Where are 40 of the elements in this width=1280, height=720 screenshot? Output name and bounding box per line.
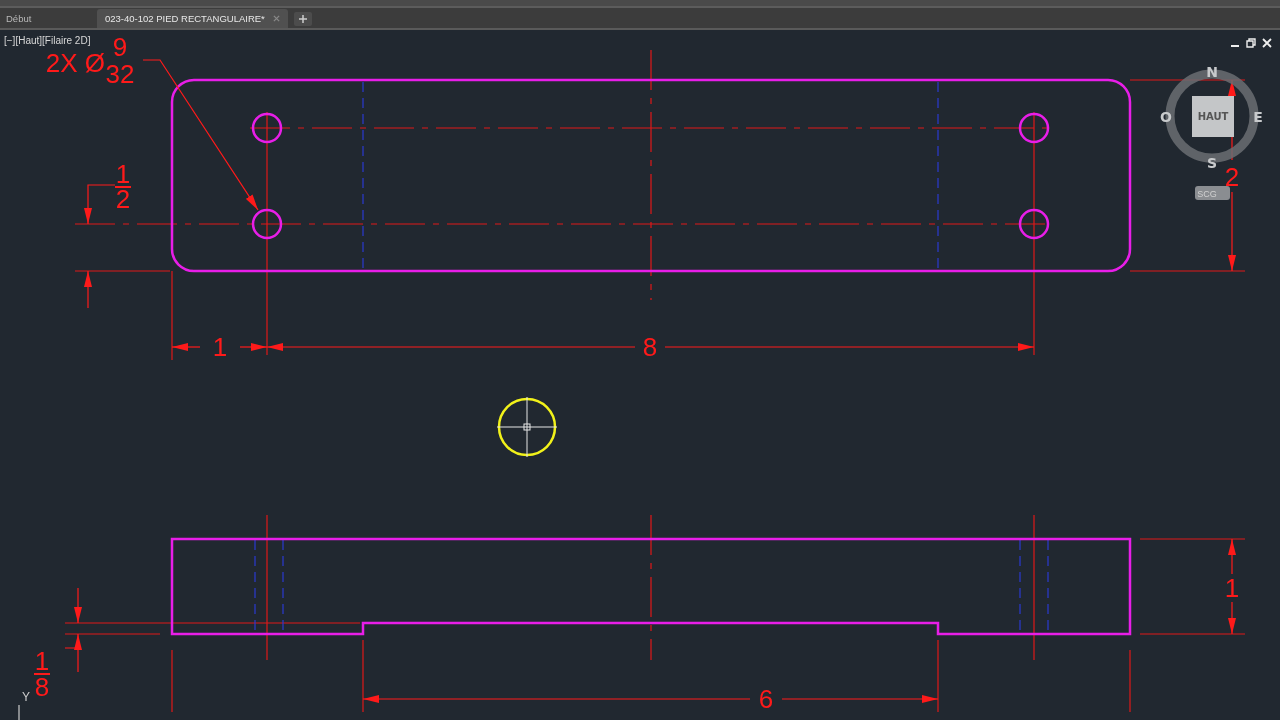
dimension-text: 32	[105, 59, 135, 89]
viewcube-face[interactable]	[1192, 96, 1234, 137]
dimension-text: 8	[642, 332, 658, 362]
crosshair-cursor	[496, 396, 558, 458]
extension-line	[171, 649, 173, 713]
ucs-axis-icon	[18, 704, 20, 720]
compass-label[interactable]: E	[1253, 109, 1263, 125]
file-tab[interactable]: Début	[0, 9, 82, 28]
dimension-line	[64, 633, 82, 673]
dimension-text: 2	[1224, 162, 1240, 192]
hole-circle	[1018, 208, 1050, 240]
dimension-text: 2X Ø	[45, 48, 105, 78]
restore-icon[interactable]	[1246, 38, 1256, 48]
fraction-dimension-text: 1 2	[114, 159, 132, 214]
dimension-text: 6	[758, 684, 774, 714]
fraction-dimension-text: 1 8	[33, 646, 51, 702]
dimension-text: 1	[212, 332, 228, 362]
plus-icon[interactable]	[297, 14, 308, 24]
ucs-menu-label[interactable]: SCG	[1197, 189, 1217, 199]
dimension-line	[171, 343, 201, 351]
dimension-text: 9	[112, 32, 128, 62]
new-tab-button[interactable]	[293, 12, 312, 26]
ucs-axis-label: Y	[22, 690, 30, 704]
dimension-line	[1228, 538, 1236, 575]
dimension-line	[1228, 601, 1236, 635]
compass-label[interactable]: S	[1206, 155, 1218, 171]
dimension-line	[84, 184, 116, 225]
file-tab[interactable]: 023-40-102 PIED RECTANGULAIRE*	[97, 9, 288, 28]
hole-circle	[251, 112, 283, 144]
dimension-text: 1	[1224, 573, 1240, 603]
dimension-line	[74, 587, 82, 624]
compass-label[interactable]: O	[1160, 109, 1172, 125]
extension-line	[1129, 649, 1131, 713]
hole-circle	[251, 208, 283, 240]
dimension-line	[84, 270, 92, 309]
viewcube-label[interactable]: HAUT	[1197, 111, 1229, 122]
hole-circle	[1018, 112, 1050, 144]
viewport-controls-label[interactable]: [−][Haut][Filaire 2D]	[4, 35, 91, 46]
ucs-menu-button[interactable]	[1195, 186, 1230, 200]
compass-label[interactable]: N	[1206, 64, 1218, 80]
